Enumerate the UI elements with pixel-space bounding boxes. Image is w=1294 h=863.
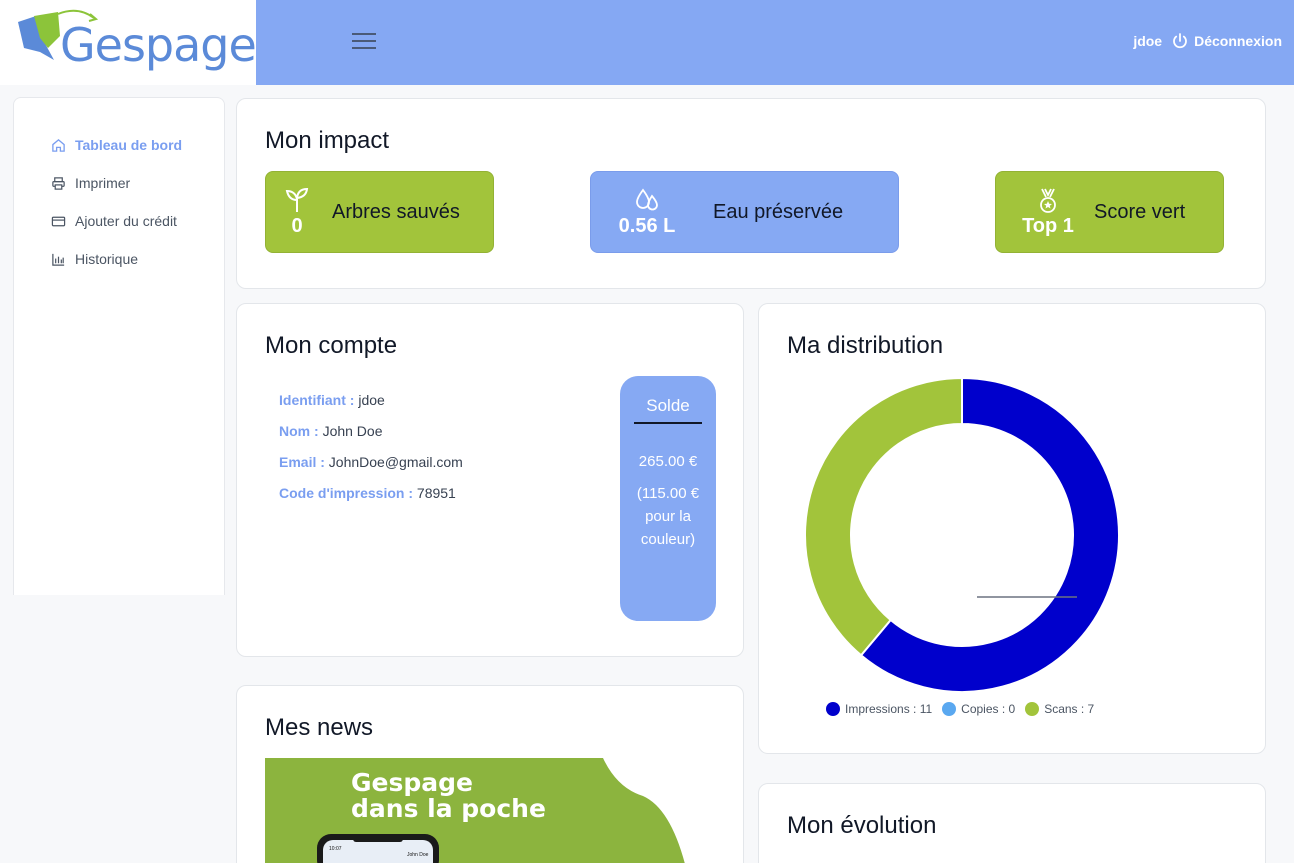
credit-card-icon [50, 213, 66, 229]
evolution-card: Mon évolution [758, 783, 1266, 863]
balance-amount: 265.00 € [638, 453, 698, 470]
field-value: 78951 [416, 485, 456, 501]
legend-label: Scans : 7 [1044, 702, 1095, 716]
trees-saved-value: 0 [291, 214, 303, 237]
account-card: Mon compte Identifiant : jdoe Nom : John… [236, 303, 744, 657]
chart-legend: Impressions : 11 Copies : 0 Scans : 7 [826, 702, 1094, 716]
legend-dot [1025, 702, 1040, 716]
sidebar-item-label: Imprimer [75, 175, 131, 191]
sidebar-item-add-credit[interactable]: Ajouter du crédit [14, 202, 224, 240]
balance-color-amount: (115.00 € pour la couleur) [636, 485, 700, 548]
green-score-box: Top 1 Score vert [995, 171, 1224, 253]
legend-item-copies[interactable]: Copies : 0 [942, 702, 1015, 716]
legend-dot [942, 702, 957, 716]
logo-text: Gespage [60, 18, 257, 72]
user-area: jdoe Déconnexion [1133, 33, 1282, 49]
logout-label: Déconnexion [1194, 33, 1282, 49]
svg-text:John Doe: John Doe [407, 852, 429, 858]
news-banner-text: Gespage dans la poche [351, 770, 546, 822]
account-field-name: Nom : John Doe [279, 423, 383, 439]
news-banner[interactable]: 10:07 John Doe Gespage dans la poche [265, 758, 695, 863]
sidebar-item-label: Ajouter du crédit [75, 213, 177, 229]
field-key: Identifiant : [279, 392, 355, 408]
legend-item-scans[interactable]: Scans : 7 [1025, 702, 1094, 716]
evolution-title: Mon évolution [787, 812, 937, 839]
distribution-card: Ma distribution Impressions : 11 Copies … [758, 303, 1266, 754]
distribution-donut-chart [804, 376, 1120, 693]
medal-icon [1040, 188, 1056, 213]
news-banner-line-1: Gespage [351, 768, 473, 797]
legend-label: Copies : 0 [961, 702, 1016, 716]
field-key: Email : [279, 454, 325, 470]
legend-dot [826, 702, 840, 716]
sidebar-item-label: Historique [75, 251, 139, 267]
balance-box: Solde 265.00 € (115.00 € pour la couleur… [620, 376, 716, 621]
sidebar-item-dashboard[interactable]: Tableau de bord [14, 126, 224, 164]
username[interactable]: jdoe [1133, 33, 1162, 49]
trees-saved-box: 0 Arbres sauvés [265, 171, 494, 253]
field-value: John Doe [322, 423, 383, 439]
field-value: JohnDoe@gmail.com [328, 454, 463, 470]
field-value: jdoe [358, 392, 385, 408]
water-saved-box: 0.56 L Eau préservée [590, 171, 899, 253]
water-drops-icon [636, 187, 658, 210]
sidebar-item-label: Tableau de bord [75, 137, 183, 153]
green-score-value: Top 1 [1022, 214, 1074, 237]
donut-slice-scans[interactable] [804, 376, 963, 657]
balance-title: Solde [634, 376, 702, 424]
account-title: Mon compte [265, 332, 398, 359]
distribution-title: Ma distribution [787, 332, 944, 359]
impact-title: Mon impact [265, 127, 390, 154]
sidebar-item-print[interactable]: Imprimer [14, 164, 224, 202]
legend-item-impressions[interactable]: Impressions : 11 [826, 702, 932, 716]
water-saved-label: Eau préservée [713, 200, 844, 223]
legend-label: Impressions : 11 [845, 702, 933, 716]
news-banner-line-2: dans la poche [351, 794, 546, 823]
sidebar-item-history[interactable]: Historique [14, 240, 224, 278]
hamburger-icon[interactable] [352, 33, 376, 51]
sprout-icon [285, 187, 309, 212]
svg-text:10:07: 10:07 [329, 846, 342, 852]
home-icon [50, 137, 66, 153]
account-field-print-code: Code d'impression : 78951 [279, 485, 456, 501]
trees-saved-label: Arbres sauvés [332, 200, 460, 223]
news-title: Mes news [265, 714, 374, 741]
account-field-email: Email : JohnDoe@gmail.com [279, 454, 463, 470]
printer-icon [50, 175, 66, 191]
power-icon [1173, 33, 1187, 49]
logout-button[interactable]: Déconnexion [1172, 33, 1282, 49]
account-field-username: Identifiant : jdoe [279, 392, 385, 408]
sidebar: Tableau de bord Imprimer Ajouter du créd… [13, 97, 225, 595]
impact-card: Mon impact 0 Arbres sauvés 0.56 L Eau pr… [236, 98, 1266, 289]
bar-chart-icon [50, 251, 66, 267]
green-score-label: Score vert [1094, 200, 1186, 223]
field-key: Code d'impression : [279, 485, 414, 501]
field-key: Nom : [279, 423, 319, 439]
water-saved-value: 0.56 L [618, 214, 676, 237]
news-card: Mes news 10:07 John Doe Gespage dans la … [236, 685, 744, 863]
logo[interactable]: Gespage [0, 0, 257, 85]
top-bar: jdoe Déconnexion [256, 0, 1294, 85]
